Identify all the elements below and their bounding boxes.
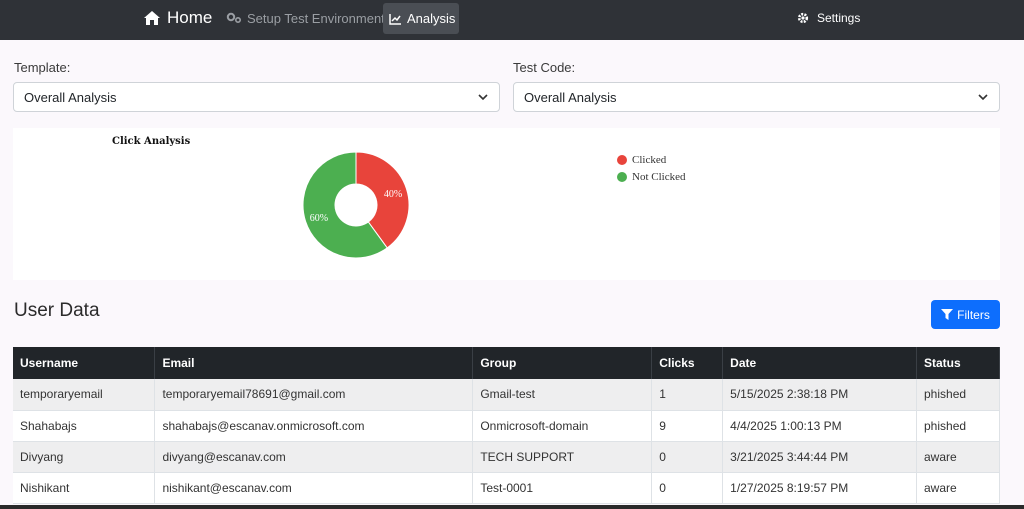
template-select[interactable]: Overall Analysis [13,82,500,112]
filters-button[interactable]: Filters [931,300,1000,329]
group-cell: Onmicrosoft-domain [472,410,653,442]
click-analysis-chart: Click Analysis 40% 60% Clicked Not Clicked [13,128,1000,280]
test-code-select-value: Overall Analysis [524,90,617,105]
status-cell: phished [916,410,1000,442]
template-label: Template: [14,60,71,75]
bottom-edge [0,505,1024,509]
column-header[interactable]: Group [472,347,653,379]
legend-label: Clicked [632,153,667,166]
gears-icon [226,12,242,24]
nav-setup-label: Setup Test Environment [247,10,385,26]
legend-item[interactable]: Clicked [617,151,685,168]
legend-item[interactable]: Not Clicked [617,168,685,185]
line-chart-icon [389,13,401,25]
chart-legend: Clicked Not Clicked [617,151,685,185]
nav-setup-test-environment[interactable]: Setup Test Environment [226,0,385,36]
column-header[interactable]: Username [13,347,156,379]
date-cell: 4/4/2025 1:00:13 PM [722,410,917,442]
status-cell: phished [916,379,1000,411]
date-cell: 5/15/2025 2:38:18 PM [722,379,917,411]
column-header[interactable]: Clicks [651,347,724,379]
legend-label: Not Clicked [632,170,686,183]
column-header[interactable]: Status [916,347,1000,379]
email-cell: temporaryemail78691@gmail.com [154,379,474,411]
test-code-label: Test Code: [513,60,576,75]
nav-analysis-label: Analysis [407,11,456,26]
gear-icon [797,12,809,24]
username-cell: Divyang [13,441,156,473]
template-select-value: Overall Analysis [24,90,117,105]
group-cell: TECH SUPPORT [472,441,653,473]
donut-chart: 40% 60% [302,151,410,259]
email-cell: shahabajs@escanav.onmicrosoft.com [154,410,474,442]
user-data-title: User Data [14,300,100,321]
group-cell: Test-0001 [472,472,653,504]
nav-settings-label: Settings [817,11,861,25]
table-header-row: Username Email Group Clicks Date Status [13,347,1000,379]
table-row[interactable]: Shahabajs shahabajs@escanav.onmicrosoft.c… [13,410,1000,442]
user-data-table: Username Email Group Clicks Date Status tempo… [13,347,1000,504]
status-cell: aware [916,472,1000,504]
legend-swatch [617,154,627,165]
column-header[interactable]: Email [154,347,474,379]
filter-icon [941,309,954,320]
nav-settings[interactable]: Settings [797,0,860,36]
top-navbar: Home Setup Test Environment Analysis Set… [0,0,1024,40]
legend-swatch [617,171,627,182]
username-cell: Shahabajs [13,410,156,442]
clicks-cell: 0 [651,441,724,473]
table-row[interactable]: Divyang divyang@escanav.com TECH SUPPORT 0 3… [13,441,1000,473]
slice-label: 60% [310,213,328,224]
status-cell: aware [916,441,1000,473]
username-cell: temporaryemail [13,379,156,411]
clicks-cell: 0 [651,472,724,504]
username-cell: Nishikant [13,472,156,504]
table-row[interactable]: Nishikant nishikant@escanav.com Test-0001 0… [13,472,1000,504]
chevron-down-icon [978,94,988,101]
home-icon [144,11,160,25]
column-header[interactable]: Date [722,347,917,379]
clicks-cell: 1 [651,379,724,411]
nav-home[interactable]: Home [143,0,212,36]
date-cell: 1/27/2025 8:19:57 PM [722,472,917,504]
group-cell: Gmail-test [472,379,653,411]
filters-button-label: Filters [957,307,990,322]
clicks-cell: 9 [651,410,724,442]
chevron-down-icon [478,94,488,101]
table-row[interactable]: temporaryemail temporaryemail78691@gmail.… [13,379,1000,411]
date-cell: 3/21/2025 3:44:44 PM [722,441,917,473]
nav-home-label: Home [167,8,213,27]
test-code-select[interactable]: Overall Analysis [513,82,1000,112]
nav-analysis[interactable]: Analysis [383,3,459,34]
email-cell: nishikant@escanav.com [154,472,474,504]
email-cell: divyang@escanav.com [154,441,474,473]
slice-label: 40% [384,189,402,200]
